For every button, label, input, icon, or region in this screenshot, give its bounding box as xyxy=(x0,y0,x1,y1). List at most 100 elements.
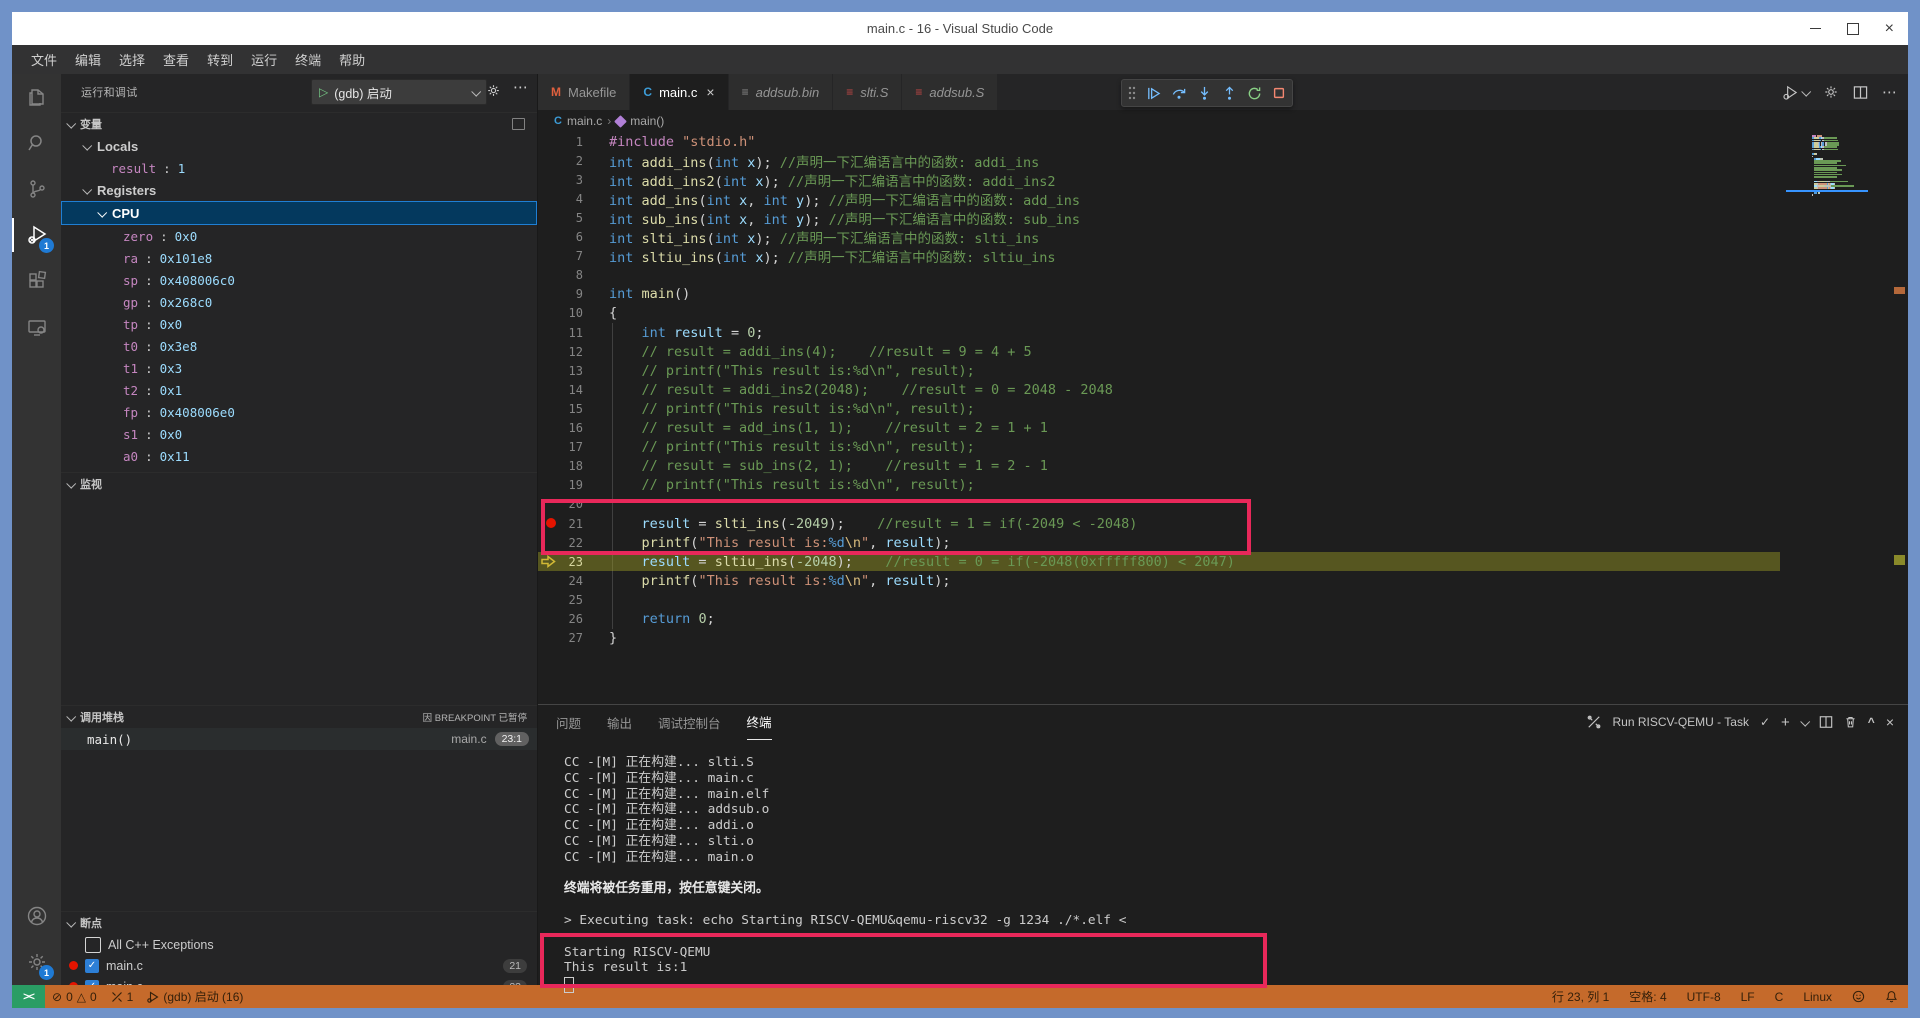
sidebar-item-source-control[interactable] xyxy=(12,166,61,212)
menu-item[interactable]: 查看 xyxy=(154,50,198,69)
breakpoint-checkbox[interactable] xyxy=(85,937,101,953)
step-over-icon[interactable] xyxy=(1171,86,1187,101)
register-row[interactable]: a0:0x11 xyxy=(61,445,537,467)
call-stack-pane-header[interactable]: 调用堆栈 因 BREAKPOINT 已暂停 xyxy=(61,705,537,728)
close-panel-icon[interactable]: × xyxy=(1886,714,1894,730)
line-number[interactable]: 27 xyxy=(538,631,583,645)
line-number[interactable]: 15 xyxy=(538,402,583,416)
cpu-group[interactable]: CPU xyxy=(61,201,537,225)
close-icon[interactable]: × xyxy=(706,84,714,100)
register-row[interactable]: t0:0x3e8 xyxy=(61,335,537,357)
line-number[interactable]: 6 xyxy=(538,230,583,244)
line-number[interactable]: 4 xyxy=(538,192,583,206)
breakpoint-checkbox[interactable]: ✓ xyxy=(85,959,99,973)
line-number[interactable]: 18 xyxy=(538,459,583,473)
debug-settings-gear-icon[interactable] xyxy=(486,83,501,98)
menu-item[interactable]: 编辑 xyxy=(66,50,110,69)
line-number[interactable]: 14 xyxy=(538,383,583,397)
breakpoint-row[interactable]: ✓main.c23 xyxy=(61,976,537,985)
line-number[interactable]: 19 xyxy=(538,478,583,492)
line-number[interactable]: 2 xyxy=(538,154,583,168)
split-editor-icon[interactable] xyxy=(1853,85,1868,100)
line-number[interactable]: 7 xyxy=(538,249,583,263)
sidebar-item-search[interactable] xyxy=(12,120,61,166)
tab-main.c[interactable]: Cmain.c× xyxy=(630,74,728,110)
maximize-panel-icon[interactable]: ^ xyxy=(1868,715,1875,729)
breakpoint-checkbox[interactable]: ✓ xyxy=(85,980,99,986)
breadcrumb-symbol[interactable]: main() xyxy=(630,114,664,128)
breadcrumb-file[interactable]: main.c xyxy=(567,114,602,128)
menu-item[interactable]: 运行 xyxy=(242,50,286,69)
line-number[interactable]: 22 xyxy=(538,536,583,550)
panel-tab-输出[interactable]: 输出 xyxy=(607,705,632,739)
new-terminal-icon[interactable]: + xyxy=(1781,714,1790,731)
line-number[interactable]: 8 xyxy=(538,268,583,282)
local-variable-row[interactable]: result: 1 xyxy=(61,157,537,179)
status-item[interactable]: UTF-8 xyxy=(1677,985,1731,1008)
status-item[interactable]: C xyxy=(1765,985,1794,1008)
breakpoint-row[interactable]: ✓main.c21 xyxy=(61,955,537,976)
tasks-status[interactable]: 1 xyxy=(104,985,141,1008)
start-debug-icon[interactable]: ▷ xyxy=(319,85,328,99)
menu-item[interactable]: 终端 xyxy=(286,50,330,69)
line-number[interactable]: 12 xyxy=(538,345,583,359)
status-item[interactable]: Linux xyxy=(1793,985,1842,1008)
kill-terminal-icon[interactable] xyxy=(1844,715,1857,729)
remote-indicator[interactable]: >< xyxy=(12,985,45,1008)
line-number[interactable]: 13 xyxy=(538,364,583,378)
line-number[interactable]: 25 xyxy=(538,593,583,607)
continue-icon[interactable] xyxy=(1146,86,1161,101)
panel-tab-终端[interactable]: 终端 xyxy=(747,705,772,740)
terminal-output[interactable]: CC -[M] 正在构建... slti.SCC -[M] 正在构建... ma… xyxy=(564,755,1126,993)
line-number[interactable]: 23 xyxy=(538,555,583,569)
sidebar-item-run-debug[interactable]: 1 xyxy=(12,212,61,258)
sidebar-item-remote-explorer[interactable] xyxy=(12,304,61,350)
line-number[interactable]: 1 xyxy=(538,135,583,149)
restart-icon[interactable] xyxy=(1247,86,1262,101)
register-row[interactable]: tp:0x0 xyxy=(61,313,537,335)
line-number[interactable]: 10 xyxy=(538,306,583,320)
status-item[interactable]: 行 23, 列 1 xyxy=(1542,985,1619,1008)
status-item[interactable]: LF xyxy=(1731,985,1765,1008)
register-row[interactable]: t2:0x1 xyxy=(61,379,537,401)
line-number[interactable]: 5 xyxy=(538,211,583,225)
locals-group[interactable]: Locals xyxy=(61,135,537,157)
chevron-down-icon[interactable] xyxy=(1800,716,1810,726)
tab-Makefile[interactable]: MMakefile xyxy=(538,74,630,110)
breadcrumb[interactable]: C main.c › main() xyxy=(538,110,1908,132)
breakpoints-pane-header[interactable]: 断点 xyxy=(61,911,537,934)
registers-group[interactable]: Registers xyxy=(61,179,537,201)
feedback-icon[interactable] xyxy=(1842,985,1875,1008)
minimize-icon[interactable] xyxy=(1810,28,1821,29)
code-editor[interactable]: 1#include "stdio.h"2int addi_ins(int x);… xyxy=(538,132,1908,704)
line-number[interactable]: 11 xyxy=(538,326,583,340)
split-terminal-icon[interactable] xyxy=(1819,715,1833,729)
watch-pane-header[interactable]: 监视 xyxy=(61,472,537,495)
register-row[interactable]: zero:0x0 xyxy=(61,225,537,247)
bell-icon[interactable] xyxy=(1875,985,1908,1008)
step-into-icon[interactable] xyxy=(1197,86,1212,101)
line-number[interactable]: 26 xyxy=(538,612,583,626)
menu-item[interactable]: 文件 xyxy=(22,50,66,69)
line-number[interactable]: 3 xyxy=(538,173,583,187)
register-row[interactable]: s1:0x0 xyxy=(61,423,537,445)
line-number[interactable]: 24 xyxy=(538,574,583,588)
pane-action-icon[interactable] xyxy=(512,118,525,130)
maximize-icon[interactable] xyxy=(1847,23,1859,35)
menu-item[interactable]: 选择 xyxy=(110,50,154,69)
register-row[interactable]: t1:0x3 xyxy=(61,357,537,379)
debug-session-status[interactable]: (gdb) 启动 (16) xyxy=(140,985,250,1008)
tab-addsub.S[interactable]: ≡addsub.S xyxy=(902,74,998,110)
panel-tab-调试控制台[interactable]: 调试控制台 xyxy=(658,705,721,739)
menu-item[interactable]: 转到 xyxy=(198,50,242,69)
line-number[interactable]: 17 xyxy=(538,440,583,454)
tab-addsub.bin[interactable]: ≡addsub.bin xyxy=(729,74,834,110)
menu-item[interactable]: 帮助 xyxy=(330,50,374,69)
more-actions-icon[interactable]: ⋯ xyxy=(1882,83,1898,101)
register-row[interactable]: gp:0x268c0 xyxy=(61,291,537,313)
account-button[interactable] xyxy=(12,893,61,939)
sidebar-item-explorer[interactable] xyxy=(12,74,61,120)
variables-pane-header[interactable]: 变量 xyxy=(61,112,537,135)
line-number[interactable]: 9 xyxy=(538,287,583,301)
line-number[interactable]: 20 xyxy=(538,497,583,511)
